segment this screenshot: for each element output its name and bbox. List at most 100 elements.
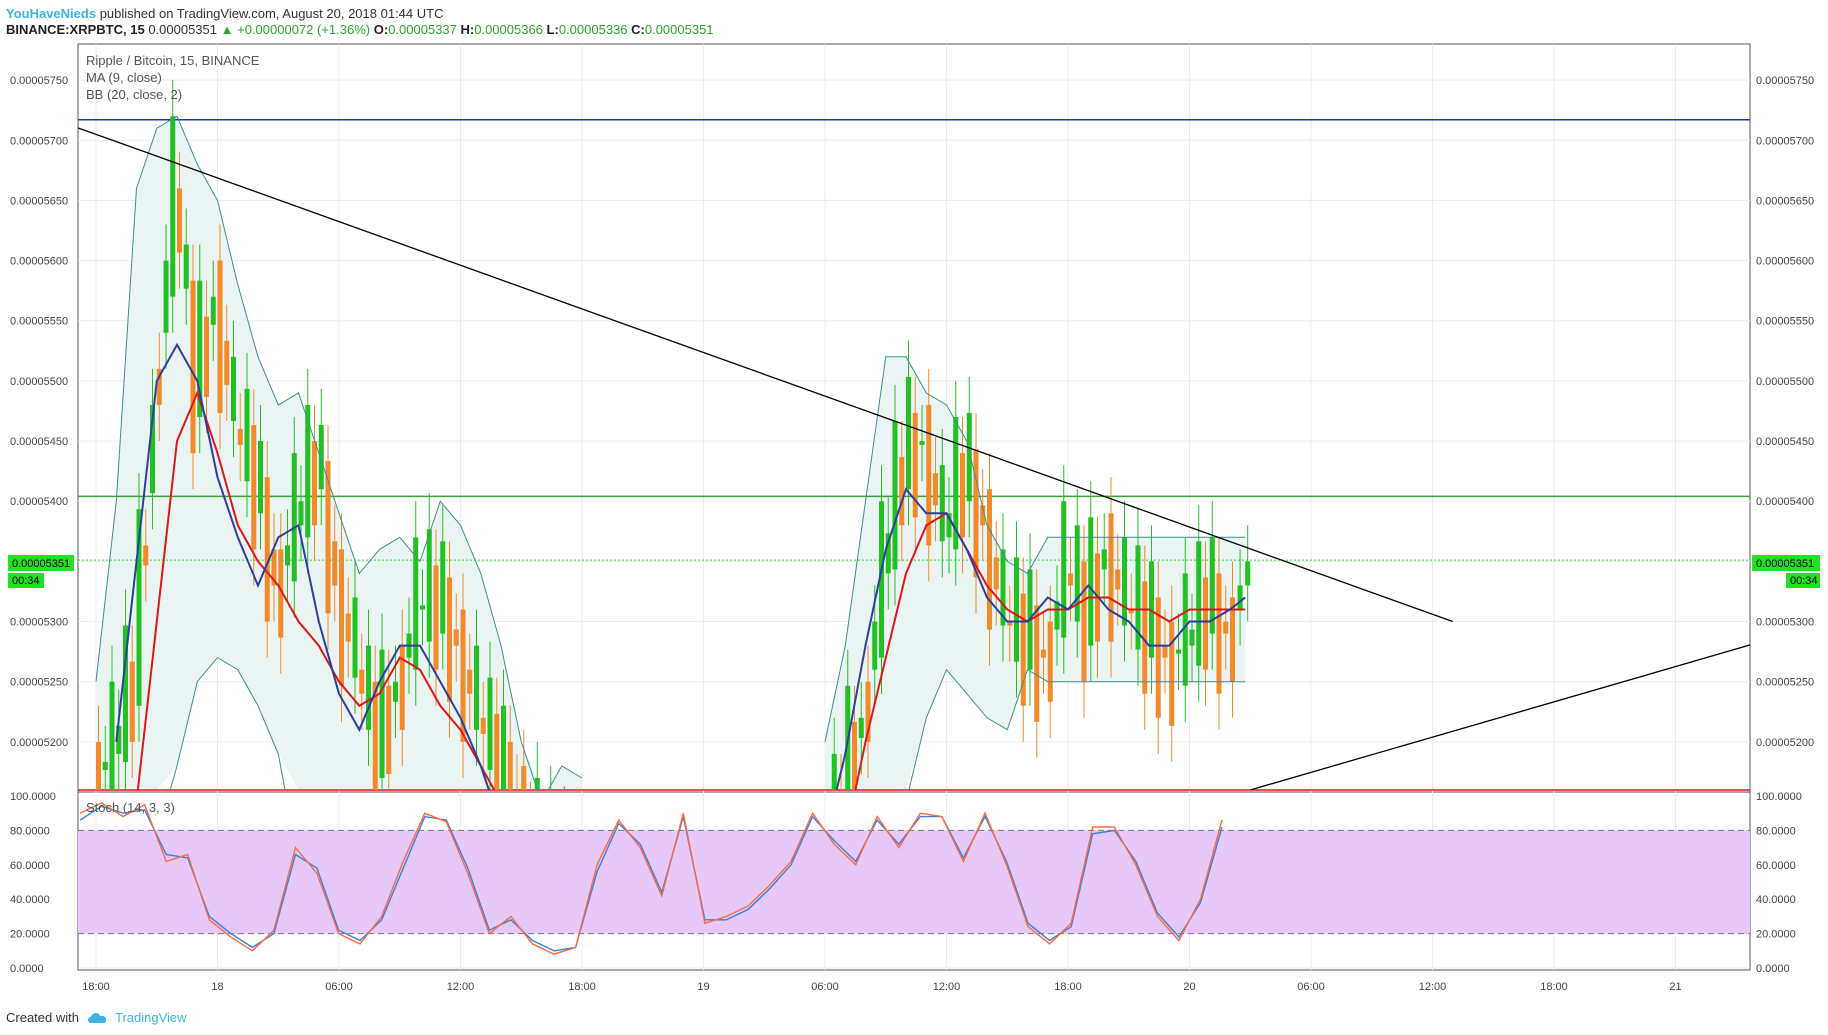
candle-body (494, 713, 500, 790)
close-value: 0.00005351 (644, 22, 714, 37)
y-tick-label-right: 0.00005250 (1756, 677, 1814, 689)
candle-body (872, 621, 878, 670)
last-value: 0.00005351 (148, 22, 217, 37)
legend-stoch: Stoch (14, 3, 3) (86, 800, 175, 815)
candle-body (858, 717, 864, 738)
candle-body (852, 721, 857, 790)
y-tick-label-right: 0.00005550 (1756, 316, 1814, 328)
low-label: L: (546, 22, 559, 37)
candle-body (919, 441, 925, 446)
candle-body (1245, 561, 1251, 586)
candle-body (244, 388, 250, 482)
candle-body (1169, 621, 1175, 726)
x-tick-label: 20 (1183, 981, 1195, 993)
candle-body (487, 677, 493, 770)
stochastic-pane (78, 802, 1750, 955)
candle-body (1189, 629, 1195, 646)
candle-body (1081, 561, 1087, 682)
countdown-right: 00:34 (1790, 575, 1818, 587)
last-price-right: 0.00005351 (1756, 558, 1814, 570)
candle-body (1223, 621, 1229, 634)
candle-body (426, 529, 432, 642)
x-tick-label: 06:00 (811, 981, 839, 993)
tradingview-cloud-icon (87, 1013, 107, 1023)
y-tick-label-left: 0.00005250 (10, 677, 68, 689)
candle-body (372, 681, 378, 790)
y-tick-label-left: 0.00005450 (10, 436, 68, 448)
x-tick-label: 18:00 (82, 981, 110, 993)
candle-body (1101, 549, 1107, 570)
x-tick-label: 21 (1669, 981, 1681, 993)
ohlc-line: BINANCE:XRPBTC, 15 0.00005351 ▲ +0.00000… (6, 20, 714, 39)
stoch-tick-label-left: 80.0000 (10, 825, 50, 837)
y-tick-label-right: 0.00005700 (1756, 135, 1814, 147)
candle-body (501, 705, 506, 790)
candle-body (474, 645, 479, 730)
candle-body (231, 356, 236, 422)
candle-body (993, 557, 999, 590)
y-tick-label-left: 0.00005600 (10, 256, 68, 268)
candle-body (1061, 501, 1067, 638)
candle-body (453, 629, 459, 646)
publish-info: published on TradingView.com, August 20,… (99, 6, 444, 21)
stoch-tick-label-right: 40.0000 (1756, 894, 1796, 906)
x-tick-label: 19 (697, 981, 709, 993)
candle-body (1203, 577, 1208, 670)
trendline (1250, 644, 1750, 790)
x-tick-label: 18:00 (1540, 981, 1568, 993)
candle-body (251, 425, 257, 550)
candle-body (217, 260, 223, 413)
legend-bb: BB (20, close, 2) (86, 87, 182, 102)
x-tick-label: 12:00 (1419, 981, 1447, 993)
candle-body (1196, 541, 1202, 666)
candle-body (960, 453, 965, 538)
y-tick-label-right: 0.00005500 (1756, 376, 1814, 388)
tradingview-brand[interactable]: TradingView (115, 1008, 187, 1028)
candle-body (1108, 513, 1114, 642)
candle-body (899, 457, 905, 526)
candle-body (109, 681, 115, 790)
tradingview-chart: 18:00 18 06:00 12:00 18:00 19 06:00 12:00 18:00 2… (8, 43, 1820, 993)
high-value: 0.00005366 (474, 22, 543, 37)
candle-body (433, 565, 439, 670)
stoch-tick-label-right: 60.0000 (1756, 860, 1796, 872)
y-tick-label-left: 0.00005300 (10, 617, 68, 629)
y-tick-label-right: 0.00005450 (1756, 436, 1814, 448)
candle-body (1216, 573, 1222, 694)
stoch-tick-label-left: 20.0000 (10, 929, 50, 941)
y-tick-label-left: 0.00005400 (10, 496, 68, 508)
bollinger-band-fill (96, 116, 1246, 790)
x-tick-label: 06:00 (325, 981, 353, 993)
candle-body (291, 453, 297, 582)
y-tick-label-right: 0.00005650 (1756, 195, 1814, 207)
candle-body (987, 489, 992, 630)
y-tick-label-left: 0.00005700 (10, 135, 68, 147)
x-tick-label: 18 (211, 981, 223, 993)
candle-body (1074, 525, 1080, 622)
candle-body (190, 280, 196, 454)
candle-body (1047, 621, 1053, 702)
open-value: 0.00005337 (388, 22, 457, 37)
candle-body (170, 116, 176, 297)
candle-body (359, 669, 365, 694)
candle-body (892, 421, 898, 570)
candle-body (393, 681, 398, 702)
x-tick-label: 18:00 (1054, 981, 1082, 993)
close-label: C: (631, 22, 645, 37)
stoch-tick-label-left: 0.0000 (10, 963, 44, 975)
footer: Created with TradingView (6, 1008, 187, 1028)
candle-body (1237, 585, 1243, 610)
candle-body (325, 461, 331, 614)
change-value: +0.00000072 (+1.36%) (237, 22, 371, 37)
author-link[interactable]: YouHaveNieds (6, 6, 96, 21)
y-tick-label-left: 0.00005200 (10, 737, 68, 749)
up-arrow-icon: ▲ (220, 22, 234, 37)
candle-body (1176, 649, 1181, 654)
legend-ma: MA (9, close) (86, 70, 162, 85)
candle-body (102, 761, 108, 770)
candle-body (447, 577, 452, 702)
chart-title: Ripple / Bitcoin, 15, BINANCE (86, 53, 260, 68)
candle-body (264, 477, 270, 622)
candle-body (1054, 601, 1060, 630)
y-tick-label-left: 0.00005500 (10, 376, 68, 388)
